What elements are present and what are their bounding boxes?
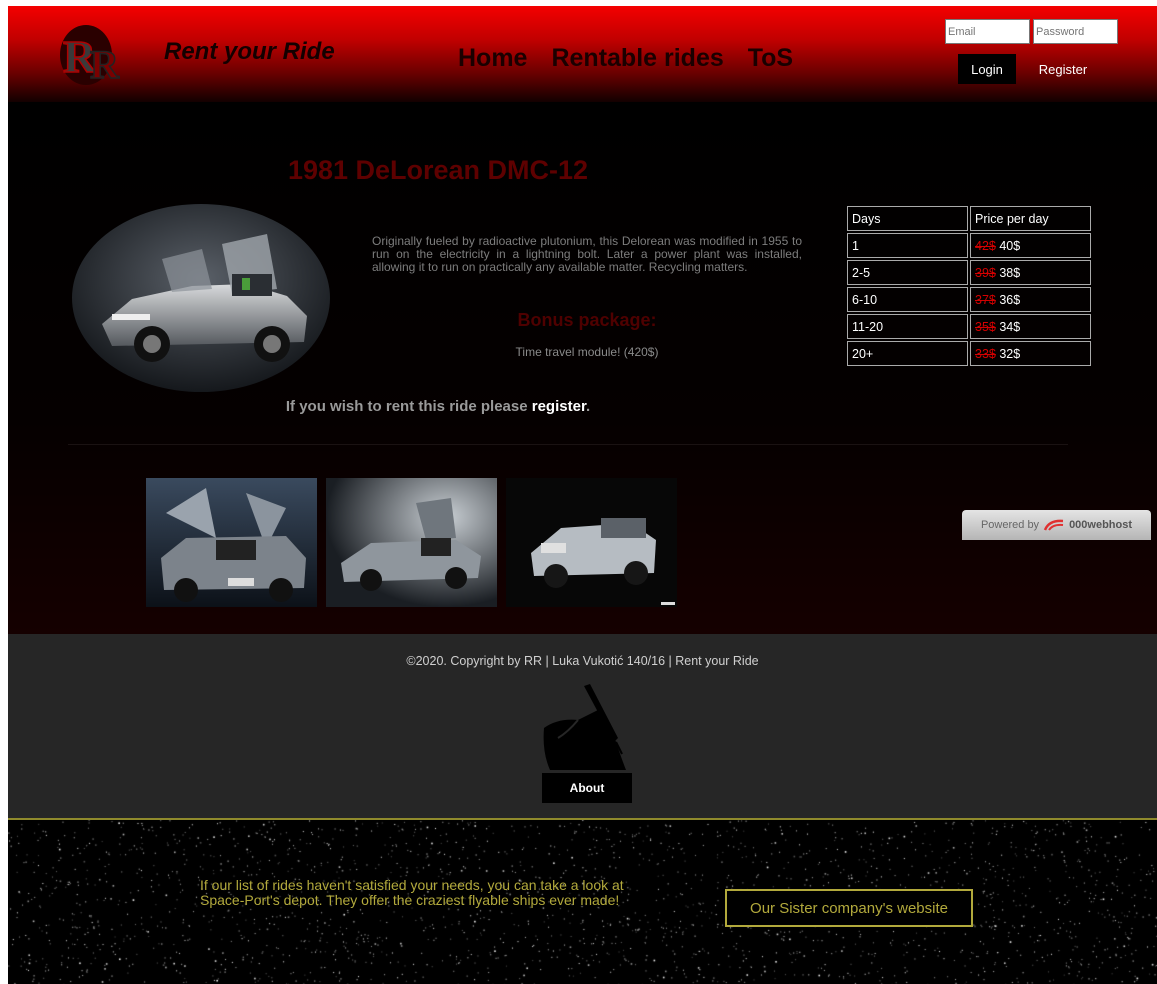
main-nav: Home Rentable rides ToS: [458, 44, 793, 73]
table-row: 2-5 39$ 38$: [847, 260, 1091, 285]
gallery-thumb-3[interactable]: [506, 478, 677, 607]
site-footer: ©2020. Copyright by RR | Luka Vukotić 14…: [8, 634, 1157, 818]
login-button[interactable]: Login: [958, 54, 1016, 84]
gallery-thumb-2[interactable]: [326, 478, 497, 607]
car-main-image: [72, 204, 330, 392]
table-row: 11-20 35$ 34$: [847, 314, 1091, 339]
header-price: Price per day: [970, 206, 1091, 231]
section-divider: [68, 444, 1068, 445]
old-price: 42$: [975, 238, 996, 253]
row-days: 6-10: [847, 287, 968, 312]
bonus-text: Time travel module! (420$): [515, 345, 659, 359]
new-price: 32$: [995, 346, 1021, 361]
product-title: 1981 DeLorean DMC-12: [287, 155, 589, 185]
old-price: 37$: [975, 292, 996, 307]
price-table-header: Days Price per day: [847, 206, 1091, 231]
email-input[interactable]: [945, 19, 1030, 44]
sister-company-button[interactable]: Our Sister company's website: [725, 889, 973, 927]
row-days: 1: [847, 233, 968, 258]
price-table: Days Price per day 1 42$ 40$ 2-5 39$ 38$…: [845, 204, 1093, 368]
nav-rentable-rides[interactable]: Rentable rides: [551, 44, 723, 73]
sister-company-section: If our list of rides haven't satisfied y…: [8, 818, 1157, 984]
row-price: 37$ 36$: [970, 287, 1091, 312]
nav-tos[interactable]: ToS: [748, 44, 793, 73]
powered-by-text: Powered by: [980, 519, 1040, 531]
powered-by-brand: 000webhost: [1069, 519, 1133, 531]
password-input[interactable]: [1033, 19, 1118, 44]
gallery-thumb-1[interactable]: [146, 478, 317, 607]
new-price: 34$: [995, 319, 1021, 334]
bonus-title: Bonus package:: [517, 310, 657, 330]
old-price: 33$: [975, 346, 996, 361]
row-days: 20+: [847, 341, 968, 366]
page: R R Rent your Ride Home Rentable rides T…: [8, 6, 1157, 984]
new-price: 36$: [995, 292, 1021, 307]
table-row: 1 42$ 40$: [847, 233, 1091, 258]
row-price: 39$ 38$: [970, 260, 1091, 285]
copyright-text: ©2020. Copyright by RR | Luka Vukotić 14…: [406, 654, 759, 668]
new-price: 38$: [995, 265, 1021, 280]
row-price: 42$ 40$: [970, 233, 1091, 258]
sister-company-text: If our list of rides haven't satisfied y…: [200, 877, 624, 908]
product-section: 1981 DeLorean DMC-12 Originally fueled b…: [8, 102, 1157, 634]
table-row: 20+ 33$ 32$: [847, 341, 1091, 366]
row-days: 2-5: [847, 260, 968, 285]
cta-suffix: .: [585, 398, 591, 415]
row-price: 35$ 34$: [970, 314, 1091, 339]
logo-letter-r2: R: [90, 42, 120, 87]
hand-writing-icon: [543, 684, 626, 770]
rent-cta: If you wish to rent this ride please reg…: [8, 398, 868, 415]
rr-logo[interactable]: R R: [58, 20, 138, 90]
product-description: Originally fueled by radioactive plutoni…: [372, 234, 802, 274]
cta-prefix: If you wish to rent this ride please: [285, 398, 532, 415]
about-button[interactable]: About: [542, 773, 632, 803]
register-button[interactable]: Register: [1028, 54, 1098, 84]
table-row: 6-10 37$ 36$: [847, 287, 1091, 312]
row-price: 33$ 32$: [970, 341, 1091, 366]
powered-by-badge[interactable]: Powered by 000webhost: [962, 510, 1151, 540]
old-price: 39$: [975, 265, 996, 280]
nav-home[interactable]: Home: [458, 44, 527, 73]
new-price: 40$: [995, 238, 1021, 253]
header-days: Days: [847, 206, 968, 231]
site-header: R R Rent your Ride Home Rentable rides T…: [8, 6, 1157, 102]
brand-name[interactable]: Rent your Ride: [164, 38, 335, 66]
old-price: 35$: [975, 319, 996, 334]
row-days: 11-20: [847, 314, 968, 339]
webhost-icon: [1043, 519, 1064, 531]
cta-register-link[interactable]: register: [532, 398, 586, 415]
